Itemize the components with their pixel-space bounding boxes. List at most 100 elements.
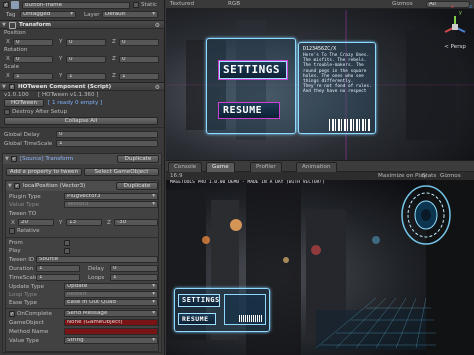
game-settings-button[interactable]: SETTINGS xyxy=(178,294,220,307)
info-body-text: Here's To The Crazy Ones. The misfits. T… xyxy=(303,53,372,95)
duplicate-target-button[interactable]: Duplicate xyxy=(117,155,159,163)
rotation-x-field[interactable]: 0 xyxy=(13,55,53,63)
game-info-panel xyxy=(224,294,266,325)
from-checkbox[interactable] xyxy=(64,240,70,246)
play-checkbox[interactable] xyxy=(64,248,70,254)
scale-y-field[interactable]: 1 xyxy=(66,72,106,80)
axis-x-label: X xyxy=(6,39,10,45)
scene-persp-label[interactable]: < Persp xyxy=(444,44,466,50)
duplicate-property-button[interactable]: Duplicate xyxy=(116,182,158,190)
position-x-field[interactable]: 0 xyxy=(13,38,53,46)
rotation-y-field[interactable]: 0 xyxy=(66,55,106,63)
from-label: From xyxy=(9,240,23,246)
hotween-enabled-checkbox[interactable]: ✓ xyxy=(9,84,15,90)
maximize-on-play-toggle[interactable]: Maximize on Play xyxy=(378,173,427,179)
position-z-field[interactable]: 0 xyxy=(119,38,159,46)
timescale-field[interactable]: 1 xyxy=(36,274,80,281)
axis-y-label: Y xyxy=(59,220,63,226)
tween-target-block: ▼ ✓ [Source] Transform Duplicate Add a p… xyxy=(2,153,162,353)
hotween-tab[interactable]: HOTween xyxy=(4,99,44,107)
transform-title: Transform xyxy=(19,22,51,28)
foldout-icon[interactable]: ▼ xyxy=(8,183,12,189)
property-title: localPosition (Vector3) xyxy=(23,183,86,189)
scene-render-mode-dropdown[interactable]: Textured xyxy=(170,1,194,7)
method-name-field[interactable] xyxy=(64,328,158,335)
rotation-row: X 0 Y 0 Z 0 xyxy=(0,55,164,63)
tab-console[interactable]: Console xyxy=(168,162,203,172)
collapse-all-button[interactable]: Collapse All xyxy=(4,117,158,125)
tween-to-x-field[interactable]: 20 xyxy=(18,219,54,226)
tag-layer-row: Tag Untagged Layer Default xyxy=(0,11,164,19)
loops-field[interactable]: 1 xyxy=(110,274,158,281)
layer-label: Layer xyxy=(84,12,100,18)
scale-z-field[interactable]: 1 xyxy=(119,72,159,80)
scene-view[interactable]: Textured RGB Gizmos All < Persp x y z SE… xyxy=(166,0,474,160)
scene-resume-button[interactable]: RESUME xyxy=(218,102,280,119)
scene-gizmo-icon[interactable] xyxy=(442,14,468,40)
property-block: ▼ ✓ localPosition (Vector3) Duplicate Pl… xyxy=(5,180,159,352)
hotween-header[interactable]: ▼ ✓ HOTween Component (Script) ⚙ xyxy=(0,82,164,91)
scene-rgb-dropdown[interactable]: RGB xyxy=(228,1,240,7)
scene-search-input[interactable]: All xyxy=(426,1,470,8)
message-value-type-dropdown[interactable]: String xyxy=(64,337,158,344)
relative-checkbox[interactable] xyxy=(9,228,15,234)
ease-type-dropdown[interactable]: Ease In Out Quad xyxy=(64,299,158,306)
plugin-type-dropdown[interactable]: PlugVector3 xyxy=(64,193,158,200)
scene-settings-button[interactable]: SETTINGS xyxy=(218,60,288,80)
global-delay-field[interactable]: 0 xyxy=(56,131,158,138)
game-toolbar: 16:9 Maximize on Play Stats Gizmos xyxy=(166,172,474,180)
hotween-title: HOTween Component (Script) xyxy=(18,84,112,90)
object-active-checkbox[interactable]: ✓ xyxy=(3,2,9,8)
value-type-dropdown[interactable]: Vector3 xyxy=(64,201,158,208)
loop-type-label: Loop Type xyxy=(9,292,38,298)
tween-to-label: Tween TO xyxy=(9,211,37,217)
gear-icon[interactable]: ⚙ xyxy=(155,84,160,91)
scene-button-frame[interactable] xyxy=(206,38,296,134)
gameobject-field[interactable]: None (GameObject) xyxy=(64,319,158,326)
static-checkbox[interactable] xyxy=(133,2,139,8)
transform-header[interactable]: ▼ Transform ⚙ xyxy=(0,20,164,29)
game-aspect-dropdown[interactable]: 16:9 xyxy=(170,173,183,179)
on-complete-label: OnComplete xyxy=(17,311,52,317)
tween-to-y-field[interactable]: 13 xyxy=(66,219,102,226)
position-y-field[interactable]: 0 xyxy=(66,38,106,46)
tab-profiler[interactable]: Profiler xyxy=(250,162,282,172)
rotation-z-field[interactable]: 0 xyxy=(119,55,159,63)
layer-dropdown[interactable]: Default xyxy=(102,11,158,18)
scale-x-field[interactable]: 1 xyxy=(13,72,53,80)
destroy-after-setup-checkbox[interactable] xyxy=(4,109,10,115)
tab-game[interactable]: Game xyxy=(206,162,235,172)
select-gameobject-button[interactable]: Select GameObject xyxy=(84,168,159,176)
scene-gizmos-dropdown[interactable]: Gizmos xyxy=(392,1,413,7)
duration-field[interactable]: 1 xyxy=(36,265,80,272)
game-credit-text: MAGETOOLS PRO 1.0.00 DEMO - MADE IN A DA… xyxy=(170,180,325,185)
target-title: [Source] Transform xyxy=(20,156,74,162)
on-complete-dropdown[interactable]: Send Message xyxy=(64,310,158,317)
game-resume-button[interactable]: RESUME xyxy=(178,313,216,325)
loop-type-dropdown[interactable]: Restart xyxy=(64,291,158,298)
foldout-icon[interactable]: ▼ xyxy=(5,156,9,162)
property-enabled-checkbox[interactable]: ✓ xyxy=(14,183,20,189)
add-property-button[interactable]: Add a property to tween xyxy=(6,168,82,176)
barcode-icon xyxy=(329,119,371,131)
target-enabled-checkbox[interactable]: ✓ xyxy=(11,156,17,162)
stats-toggle[interactable]: Stats xyxy=(422,173,436,179)
global-timescale-field[interactable]: 1 xyxy=(56,140,158,147)
gear-icon[interactable]: ⚙ xyxy=(155,22,160,29)
tab-animation[interactable]: Animation xyxy=(296,162,337,172)
gizmo-z-label: z xyxy=(469,4,472,10)
object-name-field[interactable]: button-frame xyxy=(22,2,130,9)
hotween-lib-version: [ HOTween v1.1.360 ] xyxy=(38,92,99,98)
axis-x-label: X xyxy=(6,73,10,79)
update-type-dropdown[interactable]: Update xyxy=(64,283,158,290)
tween-to-z-field[interactable]: -30 xyxy=(114,219,158,226)
tween-id-field[interactable]: Source xyxy=(36,256,158,263)
destroy-after-setup-label: Destroy After Setup xyxy=(12,109,68,115)
hologram-grid xyxy=(316,298,436,348)
game-view[interactable]: MAGETOOLS PRO 1.0.00 DEMO - MADE IN A DA… xyxy=(166,180,474,355)
delay-field[interactable]: 0 xyxy=(110,265,158,272)
divider xyxy=(6,308,158,309)
game-gizmos-dropdown[interactable]: Gizmos xyxy=(440,173,461,179)
tag-dropdown[interactable]: Untagged xyxy=(20,11,76,18)
on-complete-checkbox[interactable]: ✓ xyxy=(9,311,15,317)
